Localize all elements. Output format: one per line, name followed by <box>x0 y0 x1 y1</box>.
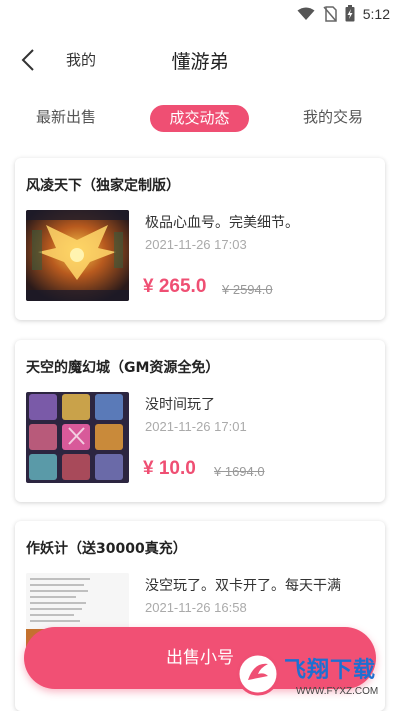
tab-deal-feed[interactable]: 成交动态 <box>150 105 249 132</box>
deal-description: 没空玩了。双卡开了。每天干满 <box>145 578 341 594</box>
game-title: 风凌天下（独家定制版） <box>26 178 180 194</box>
watermark-icon <box>236 652 280 696</box>
wifi-icon <box>297 7 315 20</box>
deal-time: 2021-11-26 17:01 <box>145 419 247 434</box>
no-sim-icon <box>323 5 337 22</box>
deal-time: 2021-11-26 16:58 <box>145 600 247 615</box>
deal-price: ¥ 10.0 <box>143 458 196 479</box>
status-icons: 5:12 <box>297 5 390 22</box>
game-title: 天空的魔幻城（GM资源全免） <box>26 360 220 376</box>
tab-my-trades[interactable]: 我的交易 <box>303 106 363 127</box>
game-thumbnail <box>26 210 129 301</box>
game-thumbnail <box>26 392 129 483</box>
deal-description: 没时间玩了 <box>145 397 215 413</box>
battery-charging-icon <box>345 5 355 22</box>
deal-time: 2021-11-26 17:03 <box>145 237 247 252</box>
watermark-brand: 飞翔下载 <box>284 658 377 683</box>
game-title: 作妖计（送30000真充） <box>26 541 187 557</box>
tab-bar: 最新出售 成交动态 我的交易 <box>0 102 400 134</box>
status-bar: 5:12 <box>0 0 400 28</box>
watermark-url: WWW.FYXZ.COM <box>296 686 379 697</box>
deal-card[interactable]: 天空的魔幻城（GM资源全免） 没时间玩了 2021-11-26 17:01 ¥ … <box>15 340 385 502</box>
header: 我的 懂游弟 <box>0 38 400 82</box>
status-time: 5:12 <box>362 5 390 22</box>
original-price: ¥ 1694.0 <box>214 464 265 479</box>
tab-latest-sale[interactable]: 最新出售 <box>36 106 96 127</box>
deal-card[interactable]: 风凌天下（独家定制版） 极品心血号。完美细节。 2021-11-26 17:03… <box>15 158 385 320</box>
deal-price: ¥ 265.0 <box>143 276 207 297</box>
watermark-logo: 飞翔下载 WWW.FYXZ.COM <box>236 648 388 706</box>
deal-description: 极品心血号。完美细节。 <box>145 215 299 231</box>
page-title: 懂游弟 <box>171 51 229 73</box>
original-price: ¥ 2594.0 <box>222 282 273 297</box>
